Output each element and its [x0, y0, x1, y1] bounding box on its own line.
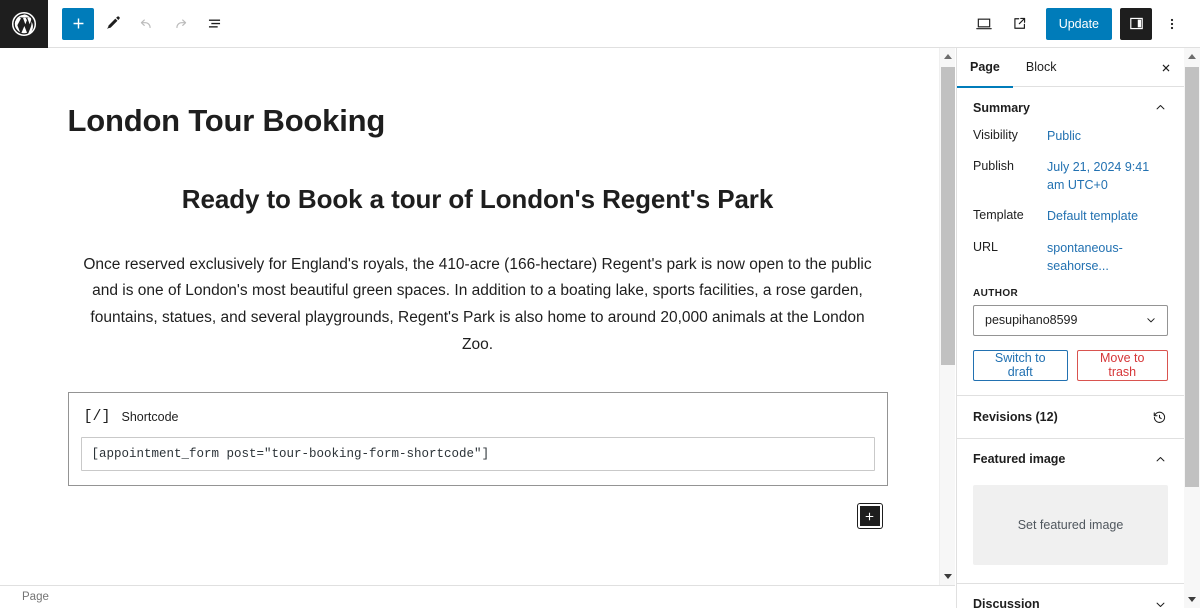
visibility-value[interactable]: Public	[1047, 127, 1081, 145]
author-select[interactable]: pesupihano8599	[973, 304, 1168, 336]
undo-button[interactable]	[130, 8, 162, 40]
laptop-icon[interactable]	[968, 8, 1000, 40]
author-label: AUTHOR	[973, 287, 1019, 299]
summary-row-publish: Publish July 21, 2024 9:41 am UTC+0	[973, 158, 1168, 194]
url-label: URL	[973, 239, 999, 254]
close-x-icon[interactable]	[1152, 54, 1180, 82]
author-select-value: pesupihano8599	[985, 313, 1078, 328]
editor-canvas[interactable]: London Tour Booking Ready to Book a tour…	[0, 48, 955, 585]
update-button[interactable]: Update	[1045, 7, 1112, 40]
shortcode-block-label: Shortcode	[121, 409, 179, 424]
sidebar-scroll-down-arrow-icon[interactable]	[1184, 591, 1200, 608]
visibility-label: Visibility	[973, 128, 1018, 142]
summary-row-template: Template Default template	[973, 207, 1168, 225]
chevron-down-icon[interactable]	[1153, 597, 1168, 608]
page-title[interactable]: London Tour Booking	[68, 102, 888, 139]
block-appender-plus-icon[interactable]	[857, 504, 882, 529]
editor-top-toolbar: Update	[0, 0, 1200, 48]
add-block-button[interactable]	[62, 7, 94, 40]
tab-block[interactable]: Block	[1013, 48, 1070, 87]
canvas-scrollbar-thumb[interactable]	[941, 67, 955, 365]
summary-row-visibility: Visibility Public	[973, 127, 1168, 145]
discussion-title: Discussion	[973, 597, 1040, 608]
chevron-up-icon[interactable]	[1153, 452, 1168, 467]
content-paragraph[interactable]: Once reserved exclusively for England's …	[68, 252, 888, 359]
summary-section-title: Summary	[973, 100, 1030, 115]
sidebar-scrollbar-thumb[interactable]	[1185, 67, 1199, 487]
post-content: London Tour Booking Ready to Book a tour…	[67, 48, 888, 529]
revision-clock-icon[interactable]	[1151, 409, 1168, 426]
sidebar-scroll-up-arrow-icon[interactable]	[1184, 48, 1200, 65]
canvas-scroll-down-arrow-icon[interactable]	[940, 568, 956, 585]
sidebar-scrollbar[interactable]	[1184, 48, 1200, 608]
revisions-title: Revisions (12)	[973, 410, 1058, 425]
summary-section-header[interactable]: Summary	[957, 87, 1184, 127]
shortcode-input[interactable]	[80, 437, 875, 472]
block-appender-row	[68, 504, 888, 529]
template-label: Template	[973, 208, 1024, 223]
toolbar-left-group	[48, 7, 230, 40]
set-featured-image-button[interactable]: Set featured image	[973, 484, 1168, 565]
featured-image-title: Featured image	[973, 452, 1066, 467]
external-link-icon[interactable]	[1004, 8, 1036, 40]
wordpress-block-editor: Update London Tour Booking Ready to Book…	[0, 0, 1200, 608]
more-vertical-dots-icon[interactable]	[1156, 8, 1188, 40]
publish-value[interactable]: July 21, 2024 9:41 am UTC+0	[1047, 158, 1168, 194]
revisions-section-header[interactable]: Revisions (12)	[957, 396, 1184, 438]
settings-sidebar: Page Block Summary Visibility Public Pub…	[956, 48, 1184, 608]
sidebar-tabs: Page Block	[957, 48, 1184, 88]
status-bar-label: Page	[22, 591, 49, 603]
document-overview-button[interactable]	[198, 8, 230, 40]
discussion-section-header[interactable]: Discussion	[957, 584, 1184, 608]
summary-section-body: Visibility Public Publish July 21, 2024 …	[957, 127, 1184, 395]
shortcode-block[interactable]: [/] Shortcode	[67, 392, 888, 487]
switch-to-draft-button[interactable]: Switch to draft	[973, 349, 1068, 381]
chevron-up-icon[interactable]	[1153, 100, 1168, 115]
toolbar-right-group: Update	[968, 7, 1200, 40]
tab-page[interactable]: Page	[957, 48, 1013, 88]
featured-image-section-body: Set featured image	[957, 484, 1184, 583]
chevron-down-icon	[1144, 313, 1158, 327]
summary-action-buttons: Switch to draft Move to trash	[973, 349, 1168, 381]
move-to-trash-button[interactable]: Move to trash	[1076, 349, 1168, 381]
template-value[interactable]: Default template	[1047, 207, 1138, 225]
canvas-scroll-up-arrow-icon[interactable]	[940, 48, 956, 65]
shortcode-icon: [/]	[83, 408, 111, 426]
wordpress-logo-icon[interactable]	[0, 0, 48, 48]
canvas-scrollbar[interactable]	[939, 48, 955, 585]
featured-image-section-header[interactable]: Featured image	[957, 439, 1184, 479]
edit-tool-button[interactable]	[96, 8, 128, 40]
editor-status-bar: Page	[0, 585, 955, 608]
url-value[interactable]: spontaneous-seahorse...	[1047, 239, 1168, 275]
shortcode-block-header: [/] Shortcode	[81, 409, 875, 424]
settings-sidebar-toggle[interactable]	[1120, 7, 1152, 40]
publish-label: Publish	[973, 159, 1014, 174]
redo-button[interactable]	[164, 8, 196, 40]
content-heading[interactable]: Ready to Book a tour of London's Regent'…	[68, 183, 888, 216]
summary-row-url: URL spontaneous-seahorse...	[973, 239, 1168, 275]
